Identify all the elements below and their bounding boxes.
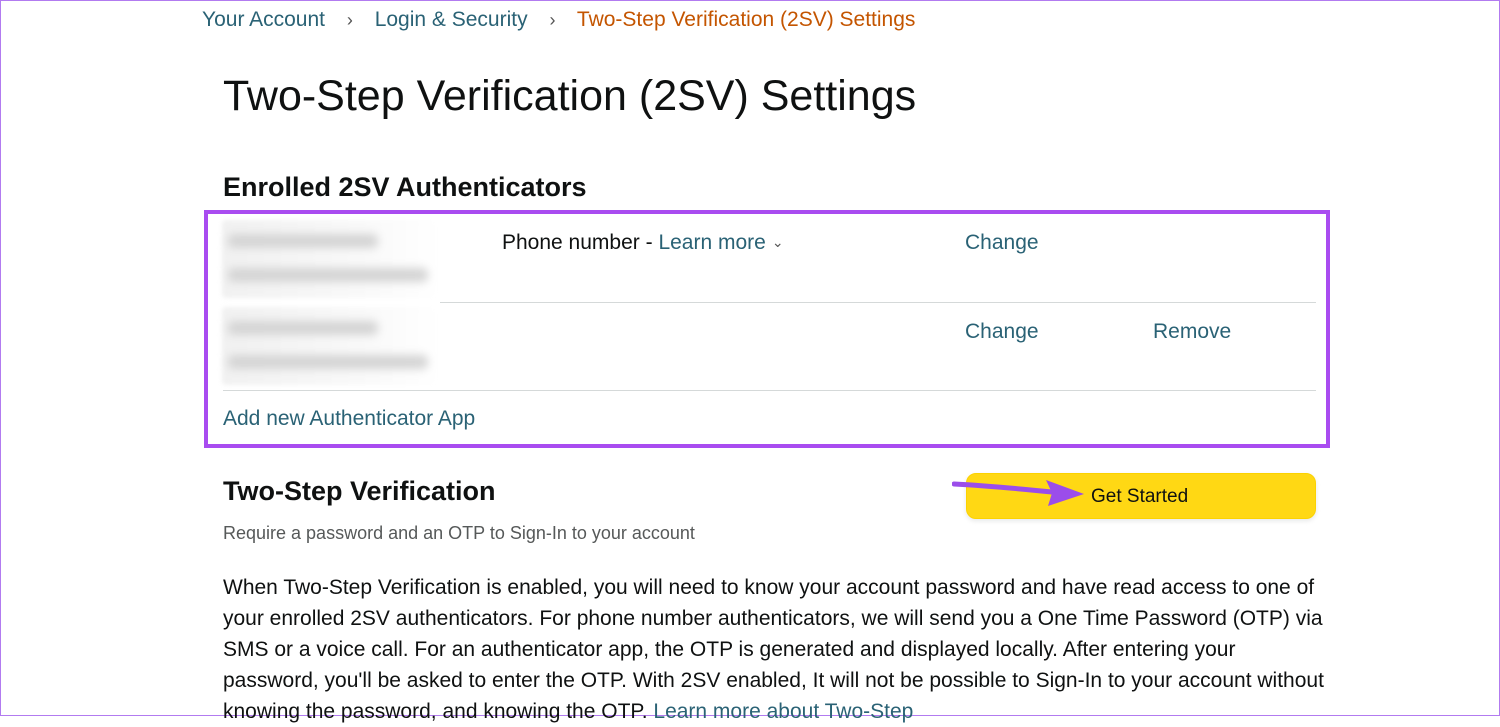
two-step-verification-subtitle: Require a password and an OTP to Sign-In… (223, 523, 695, 543)
breadcrumb-your-account[interactable]: Your Account (202, 8, 325, 31)
learn-more-link[interactable]: Learn more (658, 231, 765, 254)
authenticator-type-label: Phone number - Learn more ⌄ (502, 231, 784, 255)
breadcrumb: Your Account › Login & Security › Two-St… (202, 8, 915, 32)
breadcrumb-separator: › (549, 10, 556, 30)
learn-more-two-step-link[interactable]: Learn more about Two-Step (653, 700, 913, 723)
phone-number-label: Phone number - (502, 231, 659, 254)
chevron-down-icon[interactable]: ⌄ (772, 234, 784, 251)
redacted-authenticator-2 (222, 307, 438, 385)
row-divider (223, 390, 1316, 391)
get-started-button[interactable]: Get Started (966, 473, 1316, 519)
breadcrumb-login-security[interactable]: Login & Security (375, 8, 528, 31)
add-authenticator-app-link[interactable]: Add new Authenticator App (223, 407, 475, 431)
redacted-authenticator-1 (222, 220, 438, 298)
row-divider (440, 302, 1316, 303)
enrolled-authenticators-heading: Enrolled 2SV Authenticators (223, 172, 587, 202)
breadcrumb-separator: › (346, 10, 353, 30)
breadcrumb-current: Two-Step Verification (2SV) Settings (576, 8, 916, 31)
page-title: Two-Step Verification (2SV) Settings (223, 72, 917, 120)
get-started-label: Get Started (1091, 486, 1189, 507)
two-step-verification-heading: Two-Step Verification (223, 476, 496, 506)
change-authenticator-button[interactable]: Change (965, 320, 1039, 344)
remove-authenticator-button[interactable]: Remove (1153, 320, 1231, 344)
change-phone-button[interactable]: Change (965, 231, 1039, 255)
two-step-verification-description: When Two-Step Verification is enabled, y… (223, 572, 1333, 727)
